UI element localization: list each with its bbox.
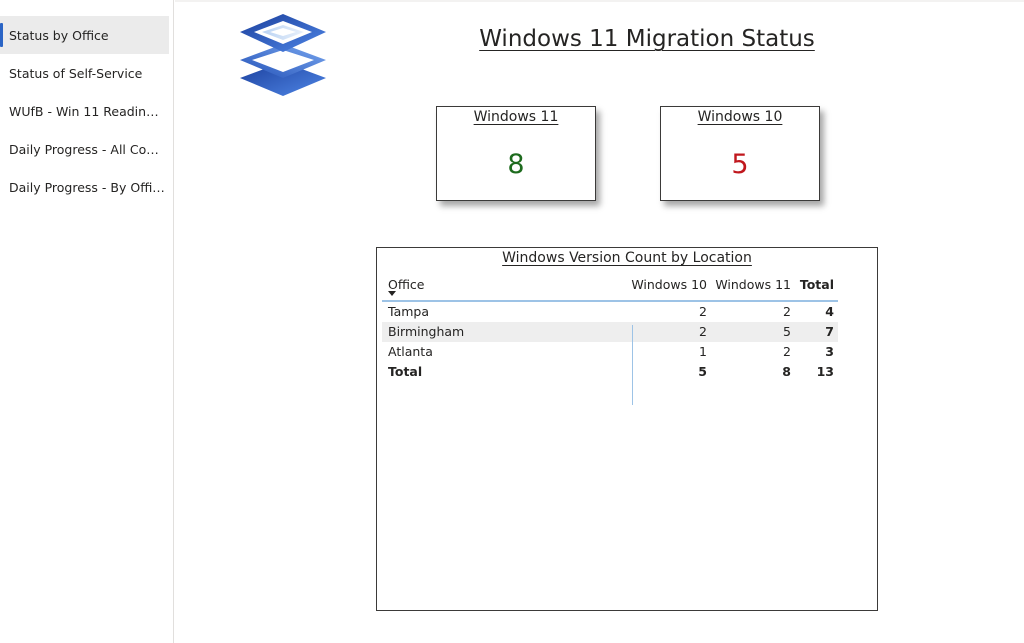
windows-10-cell: 1: [699, 344, 707, 359]
nav-item-daily-progress-all[interactable]: Daily Progress - All Com...: [0, 130, 169, 168]
row-header-divider: [632, 325, 633, 405]
table-row[interactable]: Atlanta 1 2 3: [382, 342, 838, 362]
company-logo-icon: [238, 14, 328, 96]
office-cell: Atlanta: [388, 344, 433, 359]
windows-11-cell: 2: [783, 304, 791, 319]
page-navigation-pane: Status by Office Status of Self-Service …: [0, 0, 174, 643]
total-cell: 3: [825, 344, 834, 359]
matrix-title: Windows Version Count by Location: [502, 250, 752, 266]
office-cell: Tampa: [388, 304, 429, 319]
windows-11-cell: 2: [783, 344, 791, 359]
table-row[interactable]: Birmingham 2 5 7: [382, 322, 838, 342]
nav-item-daily-progress-by-office[interactable]: Daily Progress - By Office: [0, 168, 169, 206]
windows-10-total: 5: [698, 364, 707, 379]
kpi-card-value: 8: [507, 149, 525, 180]
total-cell: 7: [825, 324, 834, 339]
table-total-row: Total 5 8 13: [382, 362, 838, 382]
total-cell: 4: [825, 304, 834, 319]
office-cell: Birmingham: [388, 324, 465, 339]
nav-item-label: Status of Self-Service: [9, 65, 143, 81]
nav-item-label: WUfB - Win 11 Readiness: [9, 103, 165, 119]
windows-11-cell: 5: [783, 324, 791, 339]
windows-10-cell: 2: [699, 324, 707, 339]
matrix-header-row: Office Windows 10 Windows 11 Total: [382, 271, 838, 302]
kpi-card-title: Windows 10: [697, 109, 783, 125]
windows-10-cell: 2: [699, 304, 707, 319]
nav-item-label: Status by Office: [9, 27, 109, 43]
nav-item-status-of-self-service[interactable]: Status of Self-Service: [0, 54, 169, 92]
total-label: Total: [388, 364, 423, 379]
matrix-table: Office Windows 10 Windows 11 Total Tampa…: [382, 271, 838, 405]
kpi-card-windows-11[interactable]: Windows 11 8: [436, 106, 596, 201]
column-header-windows-10[interactable]: Windows 10: [631, 275, 707, 295]
grand-total: 13: [816, 364, 834, 379]
table-row[interactable]: Tampa 2 2 4: [382, 302, 838, 322]
page-title: Windows 11 Migration Status: [479, 26, 815, 52]
kpi-card-title: Windows 11: [473, 109, 559, 125]
report-canvas: Status by Office Status of Self-Service …: [0, 0, 1024, 643]
nav-item-label: Daily Progress - All Com...: [9, 141, 165, 157]
top-divider: [175, 0, 1024, 2]
matrix-body: Tampa 2 2 4 Birmingham 2 5 7 Atlanta 1 2…: [382, 302, 838, 382]
windows-11-total: 8: [782, 364, 791, 379]
sort-descending-icon[interactable]: [388, 291, 396, 296]
column-header-windows-11[interactable]: Windows 11: [715, 275, 791, 295]
nav-item-label: Daily Progress - By Office: [9, 179, 165, 195]
kpi-card-value: 5: [731, 149, 749, 180]
nav-item-wufb-win11-readiness[interactable]: WUfB - Win 11 Readiness: [0, 92, 169, 130]
kpi-card-windows-10[interactable]: Windows 10 5: [660, 106, 820, 201]
nav-item-status-by-office[interactable]: Status by Office: [0, 16, 169, 54]
column-header-total[interactable]: Total: [800, 275, 834, 295]
windows-version-matrix-visual[interactable]: Windows Version Count by Location Office…: [376, 247, 878, 611]
